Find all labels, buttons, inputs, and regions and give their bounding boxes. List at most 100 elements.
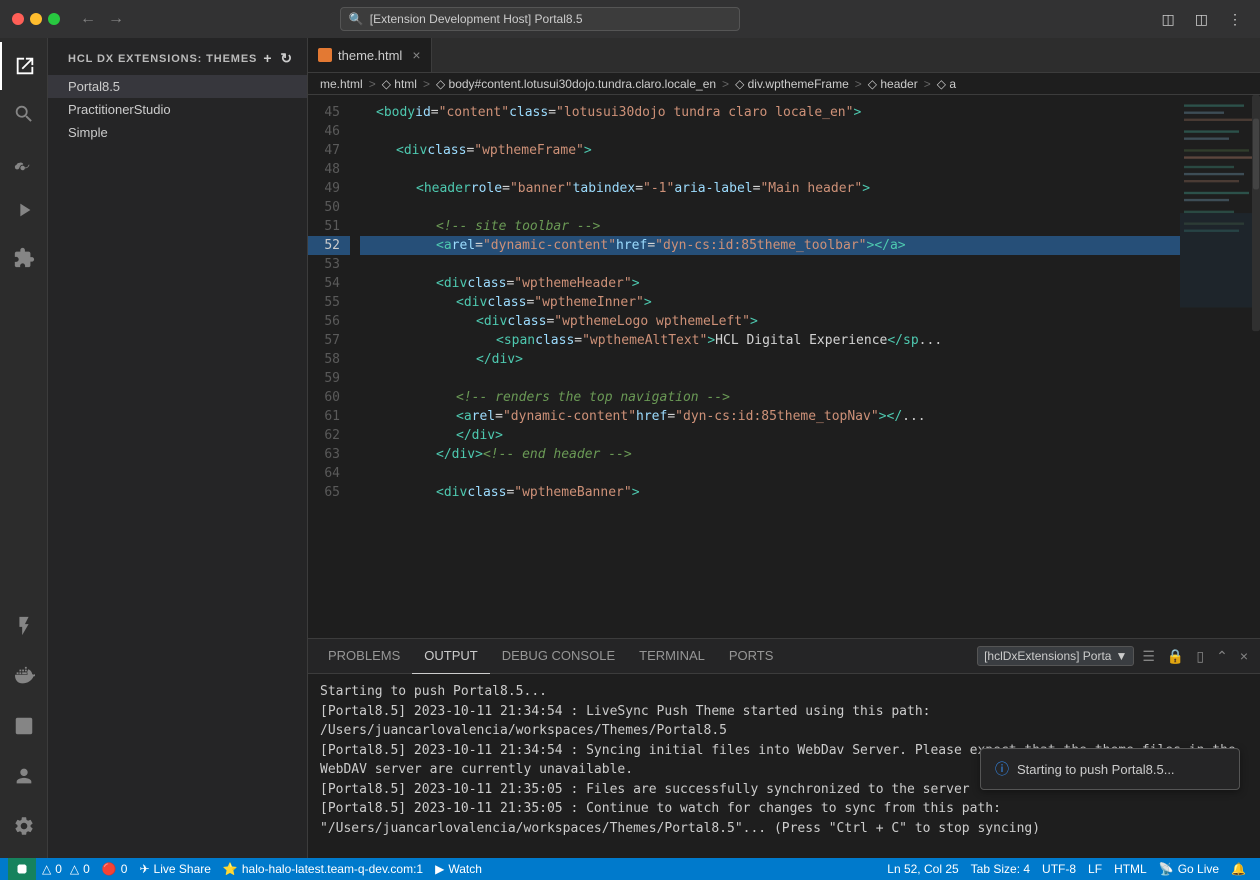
sidebar-toggle-icon[interactable]: ◫ [1156, 9, 1181, 30]
new-file-icon[interactable]: + [261, 48, 274, 69]
code-line-55: <div class="wpthemeInner"> [360, 293, 1180, 312]
line-num-62: 62 [308, 426, 350, 445]
line-num-61: 61 [308, 407, 350, 426]
code-line-59 [360, 369, 1180, 388]
status-encoding[interactable]: UTF-8 [1036, 858, 1082, 880]
sidebar-item-search[interactable] [0, 90, 48, 138]
line-num-49: 49 [308, 179, 350, 198]
breadcrumb-item-body[interactable]: ◇ body#content.lotusui30dojo.tundra.clar… [436, 77, 716, 91]
sidebar-item-test[interactable] [0, 602, 48, 650]
remote-icon [16, 863, 28, 875]
panel-tab-output-label: OUTPUT [424, 648, 477, 663]
status-position[interactable]: Ln 52, Col 25 [881, 858, 964, 880]
status-bar: △ 0 △ 0 🔴 0 ✈ Live Share ⭐ halo-halo-lat… [0, 858, 1260, 880]
activity-bar [0, 38, 48, 858]
line-num-54: 54 [308, 274, 350, 293]
search-bar[interactable]: 🔍 [Extension Development Host] Portal8.5 [340, 7, 740, 31]
sidebar-item-explorer[interactable] [0, 42, 48, 90]
collapse-icon[interactable]: ⌃ [1212, 646, 1232, 667]
code-line-65: <div class="wpthemeBanner"> [360, 483, 1180, 502]
panel-tab-terminal-label: TERMINAL [639, 648, 705, 663]
line-num-53: 53 [308, 255, 350, 274]
line-num-52: 52 [308, 236, 350, 255]
tab-size-text: Tab Size: 4 [971, 862, 1030, 876]
status-watch[interactable]: ▶ Watch [429, 858, 488, 880]
breadcrumb-item-header[interactable]: ◇ header [868, 77, 918, 91]
breadcrumb-sep-1: > [369, 77, 376, 91]
sidebar-item-docker[interactable] [0, 652, 48, 700]
sidebar-item-practitioner-label: PractitionerStudio [68, 102, 171, 117]
status-go-live[interactable]: 📡 Go Live [1153, 858, 1225, 880]
sidebar: HCL DX EXTENSIONS: THEMES + ↻ Portal8.5 … [48, 38, 308, 858]
editor-tab-theme-html[interactable]: theme.html × [308, 38, 432, 72]
status-tab-size[interactable]: Tab Size: 4 [965, 858, 1036, 880]
close-button[interactable] [12, 13, 24, 25]
code-editor: 45 46 47 48 49 50 51 52 53 54 55 56 57 5… [308, 95, 1260, 638]
output-line-5: [Portal8.5] 2023-10-11 21:35:05 : Contin… [320, 799, 1248, 838]
refresh-icon[interactable]: ↻ [278, 48, 295, 69]
status-remote[interactable] [8, 858, 36, 880]
status-right: Ln 52, Col 25 Tab Size: 4 UTF-8 LF HTML … [881, 858, 1252, 880]
panel-tab-actions: [hclDxExtensions] Porta ▼ ☰ 🔒 ▯ ⌃ × [977, 646, 1252, 667]
forward-arrow[interactable]: → [104, 8, 128, 30]
breadcrumb-item-file[interactable]: me.html [320, 77, 363, 91]
breadcrumb-item-div[interactable]: ◇ div.wpthemeFrame [735, 77, 849, 91]
more-icon[interactable]: ⋮ [1222, 9, 1248, 30]
maximize-button[interactable] [48, 13, 60, 25]
code-line-64 [360, 464, 1180, 483]
status-bell[interactable]: 🔔 [1225, 858, 1252, 880]
panel-tab-debug[interactable]: DEBUG CONSOLE [490, 639, 627, 674]
panel-tab-problems[interactable]: PROBLEMS [316, 639, 412, 674]
layout-icon[interactable]: ◫ [1189, 9, 1214, 30]
close-panel-icon[interactable]: × [1236, 646, 1252, 666]
sidebar-item-portal8-label: Portal8.5 [68, 79, 120, 94]
sidebar-item-practitioner[interactable]: PractitionerStudio [48, 98, 307, 121]
sidebar-item-simple-label: Simple [68, 125, 108, 140]
sidebar-item-settings[interactable] [0, 802, 48, 850]
notification-text: Starting to push Portal8.5... [1017, 762, 1175, 777]
status-live-share[interactable]: ✈ Live Share [133, 858, 216, 880]
sidebar-item-account[interactable] [0, 752, 48, 800]
sidebar-item-run[interactable] [0, 186, 48, 234]
copy-icon[interactable]: ▯ [1192, 646, 1208, 667]
line-ending-text: LF [1088, 862, 1102, 876]
status-no-issues[interactable]: 🔴 0 [96, 858, 134, 880]
html-file-icon [318, 48, 332, 62]
back-arrow[interactable]: ← [76, 8, 100, 30]
sidebar-item-hcl[interactable] [0, 702, 48, 750]
code-line-50 [360, 198, 1180, 217]
code-content[interactable]: <body id="content" class="lotusui30dojo … [360, 95, 1180, 638]
list-icon[interactable]: ☰ [1138, 646, 1159, 667]
status-errors[interactable]: △ 0 △ 0 [36, 858, 96, 880]
minimap [1180, 95, 1260, 638]
error-count: 0 [55, 862, 62, 876]
output-line-1: Starting to push Portal8.5... [320, 682, 1248, 702]
minimize-button[interactable] [30, 13, 42, 25]
line-num-60: 60 [308, 388, 350, 407]
tab-label: theme.html [338, 48, 402, 63]
status-language[interactable]: HTML [1108, 858, 1153, 880]
antenna-icon: 📡 [1159, 862, 1174, 876]
tab-close-icon[interactable]: × [412, 47, 420, 63]
sidebar-item-extensions[interactable] [0, 234, 48, 282]
line-num-56: 56 [308, 312, 350, 331]
sidebar-item-source-control[interactable] [0, 138, 48, 186]
breadcrumb-item-html[interactable]: ◇ html [382, 77, 417, 91]
breadcrumb-sep-2: > [423, 77, 430, 91]
position-text: Ln 52, Col 25 [887, 862, 958, 876]
panel-selector[interactable]: [hclDxExtensions] Porta ▼ [977, 646, 1134, 666]
editor-area: theme.html × me.html > ◇ html > ◇ body#c… [308, 38, 1260, 858]
panel-tab-terminal[interactable]: TERMINAL [627, 639, 717, 674]
status-branch[interactable]: ⭐ halo-halo-latest.team-q-dev.com:1 [217, 858, 429, 880]
breadcrumb-item-a[interactable]: ◇ a [937, 77, 956, 91]
panel-tab-ports[interactable]: PORTS [717, 639, 786, 674]
sidebar-item-portal8[interactable]: Portal8.5 [48, 75, 307, 98]
panel-tab-output[interactable]: OUTPUT [412, 639, 489, 674]
bell-icon: 🔔 [1231, 862, 1246, 876]
panel-tab-problems-label: PROBLEMS [328, 648, 400, 663]
sidebar-item-simple[interactable]: Simple [48, 121, 307, 144]
go-live-label: Go Live [1178, 862, 1219, 876]
line-num-64: 64 [308, 464, 350, 483]
status-line-ending[interactable]: LF [1082, 858, 1108, 880]
lock-icon[interactable]: 🔒 [1163, 646, 1188, 667]
